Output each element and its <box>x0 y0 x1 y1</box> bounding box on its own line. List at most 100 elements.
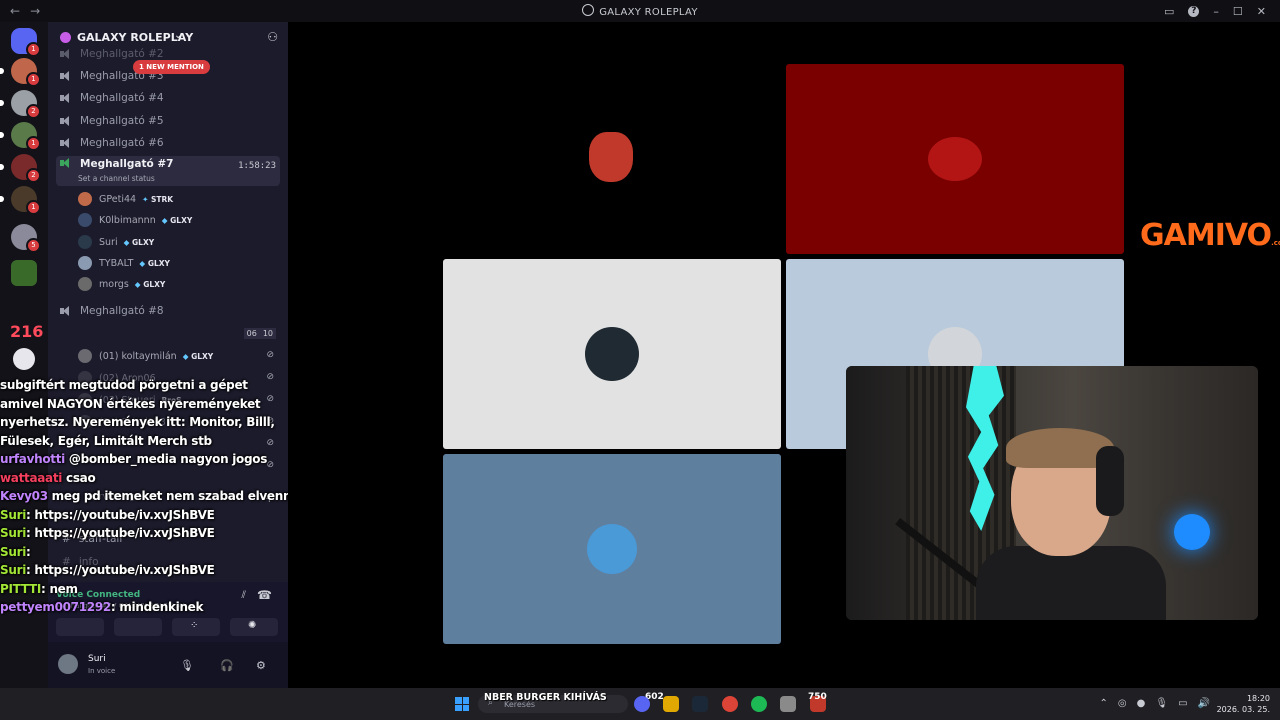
activities-button[interactable]: ⁘ <box>172 618 220 636</box>
chat-message: urfavhotti @bomber_media nagyon jogos <box>0 450 300 469</box>
server-icon[interactable]: 5 <box>11 224 41 253</box>
discover-server-icon[interactable] <box>13 348 35 370</box>
user-panel: Suri In voice 🎙 🎧 ⚙ <box>48 642 288 688</box>
voice-channel[interactable]: Meghallgató #5 <box>56 111 280 131</box>
soundboard-button[interactable]: ✺ <box>230 618 278 636</box>
participant-tile[interactable] <box>443 64 781 254</box>
voice-channel-active[interactable]: Meghallgató #7 1:58:23 Set a channel sta… <box>56 156 280 186</box>
voice-user-name: Suri <box>99 236 118 248</box>
app-tray-icon[interactable]: ◎ <box>1118 698 1127 709</box>
chat-message: Suri: https://youtube/iv.xvJShBVE <box>0 526 215 540</box>
screen-share-button[interactable] <box>114 618 162 636</box>
server-icon[interactable] <box>11 260 37 286</box>
guild-icon <box>60 32 71 43</box>
help-icon[interactable]: ? <box>1188 5 1200 17</box>
chat-text: mindenkinek <box>119 600 204 614</box>
maximize-button[interactable]: ☐ <box>1233 5 1243 18</box>
voice-user[interactable]: K0lbimannn ◆ GLXY <box>78 210 192 230</box>
home-server-icon[interactable]: 1 <box>11 28 41 57</box>
network-icon[interactable]: ▭ <box>1178 698 1187 709</box>
avatar <box>589 132 633 182</box>
camera-button[interactable] <box>56 618 104 636</box>
app-icon[interactable] <box>780 696 796 712</box>
clock[interactable]: 18:20 2026. 03. 25. <box>1217 693 1270 715</box>
app-tray-icon[interactable]: ● <box>1137 698 1146 709</box>
voice-channel[interactable]: Meghallgató #6 <box>56 133 280 153</box>
chrome-icon[interactable] <box>722 696 738 712</box>
steam-icon[interactable] <box>692 696 708 712</box>
chat-message: Suri: <box>0 544 31 559</box>
brand-text: GAMIVO <box>1140 218 1272 253</box>
voice-user[interactable]: Suri ◆ GLXY <box>78 232 154 252</box>
voice-user[interactable]: TYBALT ◆ GLXY <box>78 253 170 273</box>
server-icon[interactable]: 1 <box>0 58 41 87</box>
clan-tag: ◆ GLXY <box>182 351 214 361</box>
clan-tag-text: STRK <box>150 194 174 204</box>
server-badge: 1 <box>26 200 41 215</box>
volume-icon[interactable]: 🔊 <box>1198 698 1210 709</box>
voice-channel[interactable]: Meghallgató #4 <box>56 88 280 108</box>
chat-message: Suri: https://youtube/iv.xvJShBVE <box>0 563 215 577</box>
unread-pip <box>0 132 4 138</box>
inbox-icon[interactable]: ▭ <box>1164 5 1174 18</box>
channel-status-button[interactable]: Set a channel status <box>78 174 155 183</box>
minimize-button[interactable]: – <box>1213 5 1219 18</box>
speaker-icon <box>60 71 72 81</box>
server-badge: 1 <box>26 42 41 57</box>
channel-label: Meghallgató #7 <box>80 158 174 170</box>
channel-label: Meghallgató #2 <box>80 48 164 60</box>
user-limit: 10 <box>259 328 276 339</box>
invite-people-icon[interactable]: ⚇ <box>267 30 278 44</box>
chat-message: PITTTI: nem <box>0 581 78 596</box>
voice-user[interactable]: morgs ◆ GLXY <box>78 274 165 294</box>
chat-username: PITTTI <box>0 581 42 596</box>
promo-overlay-text: NBER BURGER KIHÍVÁS <box>484 692 607 703</box>
headset <box>1096 446 1124 516</box>
windows-taskbar: ⌕ Keresés NBER BURGER KIHÍVÁS 602 750 ⌃ … <box>0 688 1280 720</box>
voice-user[interactable]: (01) koltaymilán ◆ GLXY <box>78 346 213 366</box>
user-count: 06 <box>243 328 260 339</box>
participant-tile[interactable] <box>443 259 781 449</box>
clan-tag: ◆ GLXY <box>161 215 193 225</box>
unread-pip <box>0 164 4 170</box>
voice-user[interactable]: GPeti44 ✦ STRK <box>78 189 173 209</box>
avatar <box>78 277 92 291</box>
chat-text: @bomber_media nagyon jogos <box>68 452 268 466</box>
gear-icon[interactable]: ⚙ <box>256 659 266 672</box>
participant-tile[interactable] <box>786 64 1124 254</box>
windows-start-icon[interactable] <box>455 697 469 711</box>
spotify-icon[interactable] <box>751 696 767 712</box>
soundboard-icon: ✺ <box>248 620 257 631</box>
server-icon[interactable]: 1 <box>0 186 41 215</box>
server-badge: 2 <box>26 104 41 119</box>
file-explorer-icon[interactable] <box>663 696 679 712</box>
close-button[interactable]: ✕ <box>1257 5 1266 18</box>
call-timer: 1:58:23 <box>238 161 276 171</box>
chat-username: Suri <box>0 507 27 522</box>
chat-username: urfavhotti <box>0 452 65 466</box>
server-icon[interactable]: 2 <box>0 90 41 119</box>
clan-tag-text: GLXY <box>191 351 214 361</box>
avatar[interactable] <box>58 654 78 674</box>
server-icon[interactable]: 2 <box>0 154 41 183</box>
avatar <box>78 213 92 227</box>
clock-time: 18:20 <box>1246 694 1270 703</box>
server-icon[interactable]: 1 <box>0 122 41 151</box>
voice-user-name: (01) koltaymilán <box>99 350 177 362</box>
headphones-icon[interactable]: 🎧 <box>220 659 234 672</box>
server-badge: 5 <box>26 238 41 253</box>
chat-username: Suri <box>0 526 27 540</box>
voice-channel[interactable]: Meghallgató #8 <box>56 301 280 321</box>
overlay-text: nyerhetsz. Nyeremények itt: Monitor, Bil… <box>0 415 275 429</box>
microphone-icon[interactable]: 🎙 <box>1155 698 1168 709</box>
webcam-feed <box>846 366 1258 620</box>
speaker-icon <box>60 93 72 103</box>
window-title-text: GALAXY ROLEPLAY <box>599 7 698 18</box>
voice-user-name: GPeti44 <box>99 193 137 205</box>
participant-tile[interactable] <box>443 454 781 644</box>
microphone-icon[interactable]: 🎙 <box>180 659 194 672</box>
discord-app-icon[interactable] <box>634 696 650 712</box>
chat-username: Kevy03 <box>0 489 48 503</box>
chevron-up-icon[interactable]: ⌃ <box>1100 698 1108 709</box>
new-mention-pill[interactable]: 1 NEW MENTION <box>133 60 210 74</box>
